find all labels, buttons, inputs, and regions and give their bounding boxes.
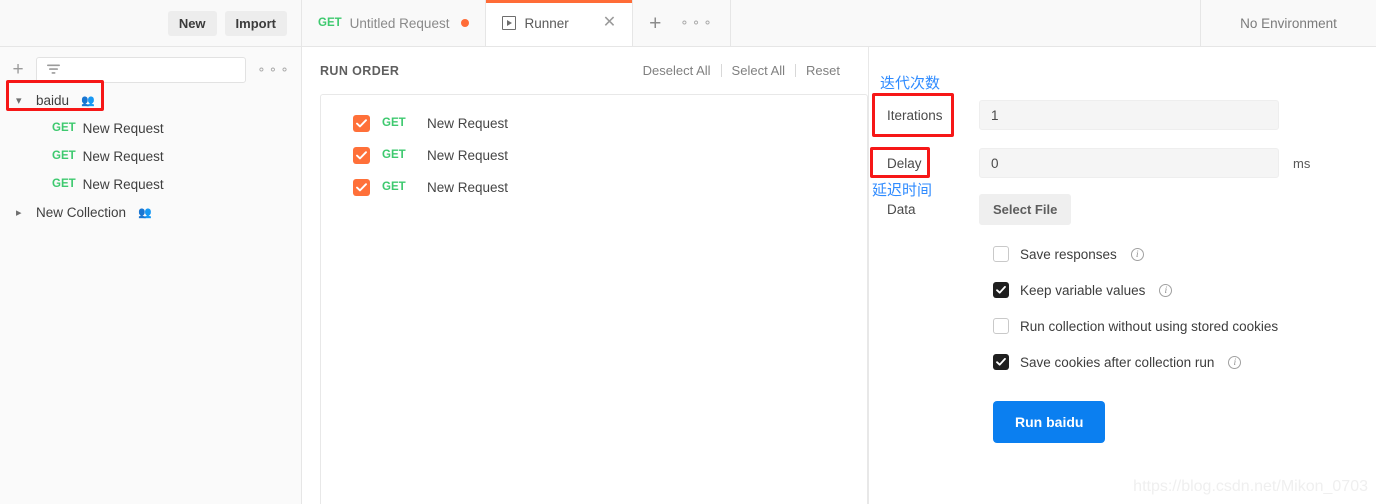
- keep-variable-values-checkbox[interactable]: [993, 282, 1009, 298]
- collection-name: New Collection: [36, 204, 127, 220]
- run-order-row[interactable]: GET New Request: [321, 171, 867, 203]
- environment-selector[interactable]: No Environment: [1200, 0, 1376, 46]
- plus-icon[interactable]: +: [649, 13, 661, 34]
- delay-unit-label: ms: [1293, 155, 1311, 171]
- option-run-without-stored-cookies[interactable]: Run collection without using stored cook…: [869, 308, 1376, 344]
- run-collection-button[interactable]: Run baidu: [993, 401, 1106, 443]
- people-icon: 👥: [81, 94, 95, 107]
- request-name: New Request: [427, 179, 509, 195]
- request-method: GET: [52, 122, 76, 134]
- chevron-right-icon[interactable]: ▸: [16, 206, 26, 219]
- option-keep-variable-values[interactable]: Keep variable values i: [869, 272, 1376, 308]
- request-method: GET: [52, 150, 76, 162]
- new-button[interactable]: New: [167, 10, 217, 36]
- run-options-group: Save responses i Keep variable values i …: [869, 236, 1376, 380]
- run-order-row[interactable]: GET New Request: [321, 107, 867, 139]
- search-input[interactable]: [36, 56, 247, 83]
- run-order-actions: Deselect All Select All Reset: [633, 63, 850, 78]
- runner-play-icon: [502, 16, 517, 30]
- collection-name: baidu: [36, 92, 70, 108]
- plus-icon[interactable]: +: [10, 60, 26, 79]
- request-method: GET: [52, 178, 76, 190]
- sidebar: + ⚬⚬⚬ ▾ baidu 👥 GET New Request GET New …: [0, 47, 302, 504]
- option-label: Save cookies after collection run: [1020, 354, 1215, 370]
- run-order-checkbox[interactable]: [353, 178, 370, 196]
- sidebar-collection-new-collection[interactable]: ▸ New Collection 👥: [0, 198, 301, 226]
- select-all-button[interactable]: Select All: [722, 63, 795, 78]
- info-icon[interactable]: i: [1130, 247, 1144, 261]
- request-name: New Request: [82, 120, 164, 136]
- tab-untitled-request[interactable]: GET Untitled Request: [302, 0, 487, 46]
- iterations-label: Iterations: [887, 107, 943, 123]
- tab-title: Runner: [524, 15, 569, 31]
- import-button[interactable]: Import: [224, 10, 287, 36]
- option-label: Save responses: [1020, 246, 1117, 262]
- tab-method-label: GET: [318, 17, 342, 29]
- option-save-responses[interactable]: Save responses i: [869, 236, 1376, 272]
- run-settings-panel: Iterations Delay ms Data Select File Sav…: [868, 47, 1376, 504]
- request-name: New Request: [82, 148, 164, 164]
- request-method: GET: [382, 181, 406, 193]
- iterations-input[interactable]: [979, 100, 1279, 130]
- request-name: New Request: [427, 115, 509, 131]
- run-order-row[interactable]: GET New Request: [321, 139, 867, 171]
- run-order-header: RUN ORDER Deselect All Select All Reset: [302, 47, 868, 78]
- request-name: New Request: [427, 147, 509, 163]
- reset-button[interactable]: Reset: [796, 63, 850, 78]
- unsaved-dot-icon: [461, 19, 470, 27]
- deselect-all-button[interactable]: Deselect All: [633, 63, 721, 78]
- tab-strip-actions: + ⚬⚬⚬: [633, 0, 732, 46]
- postman-runner-window: New Import GET Untitled Request Runner ✕…: [0, 0, 1376, 504]
- people-icon: 👥: [138, 206, 152, 219]
- ellipsis-icon[interactable]: ⚬⚬⚬: [256, 63, 291, 77]
- tab-strip: GET Untitled Request Runner ✕ + ⚬⚬⚬: [302, 0, 1200, 46]
- option-label: Run collection without using stored cook…: [1020, 318, 1279, 334]
- run-without-cookies-checkbox[interactable]: [993, 318, 1009, 334]
- sidebar-request-item[interactable]: GET New Request: [0, 142, 301, 170]
- tab-title: Untitled Request: [349, 15, 450, 31]
- ellipsis-icon[interactable]: ⚬⚬⚬: [679, 16, 714, 30]
- delay-label: Delay: [887, 155, 922, 171]
- run-order-panel: RUN ORDER Deselect All Select All Reset …: [302, 47, 868, 504]
- top-bar: New Import GET Untitled Request Runner ✕…: [0, 0, 1376, 47]
- request-method: GET: [382, 117, 406, 129]
- sidebar-request-item[interactable]: GET New Request: [0, 114, 301, 142]
- delay-row: Delay ms: [869, 148, 1376, 178]
- option-label: Keep variable values: [1020, 282, 1146, 298]
- info-icon[interactable]: i: [1159, 283, 1173, 297]
- save-cookies-checkbox[interactable]: [993, 354, 1009, 370]
- run-order-list: GET New Request GET New Request GET New …: [320, 94, 868, 504]
- chevron-down-icon[interactable]: ▾: [16, 94, 26, 107]
- tab-strip-filler: [731, 0, 1200, 46]
- info-icon[interactable]: i: [1228, 355, 1242, 369]
- filter-funnel-icon: [47, 64, 60, 74]
- sidebar-request-item[interactable]: GET New Request: [0, 170, 301, 198]
- iterations-row: Iterations: [869, 100, 1376, 130]
- run-order-checkbox[interactable]: [353, 114, 370, 132]
- request-name: New Request: [82, 176, 164, 192]
- sidebar-collection-baidu[interactable]: ▾ baidu 👥: [0, 86, 301, 114]
- tab-runner[interactable]: Runner ✕: [486, 0, 634, 46]
- data-label: Data: [887, 202, 916, 217]
- run-order-checkbox[interactable]: [353, 146, 370, 164]
- environment-label: No Environment: [1240, 15, 1337, 31]
- close-icon[interactable]: ✕: [603, 15, 616, 31]
- data-row: Data Select File: [869, 194, 1376, 225]
- topbar-left-actions: New Import: [0, 0, 302, 46]
- save-responses-checkbox[interactable]: [993, 246, 1009, 262]
- request-method: GET: [382, 149, 406, 161]
- sidebar-toolbar: + ⚬⚬⚬: [0, 53, 301, 86]
- delay-input[interactable]: [979, 148, 1279, 178]
- select-file-button[interactable]: Select File: [979, 194, 1072, 225]
- run-order-title: RUN ORDER: [320, 63, 400, 78]
- option-save-cookies-after-run[interactable]: Save cookies after collection run i: [869, 344, 1376, 380]
